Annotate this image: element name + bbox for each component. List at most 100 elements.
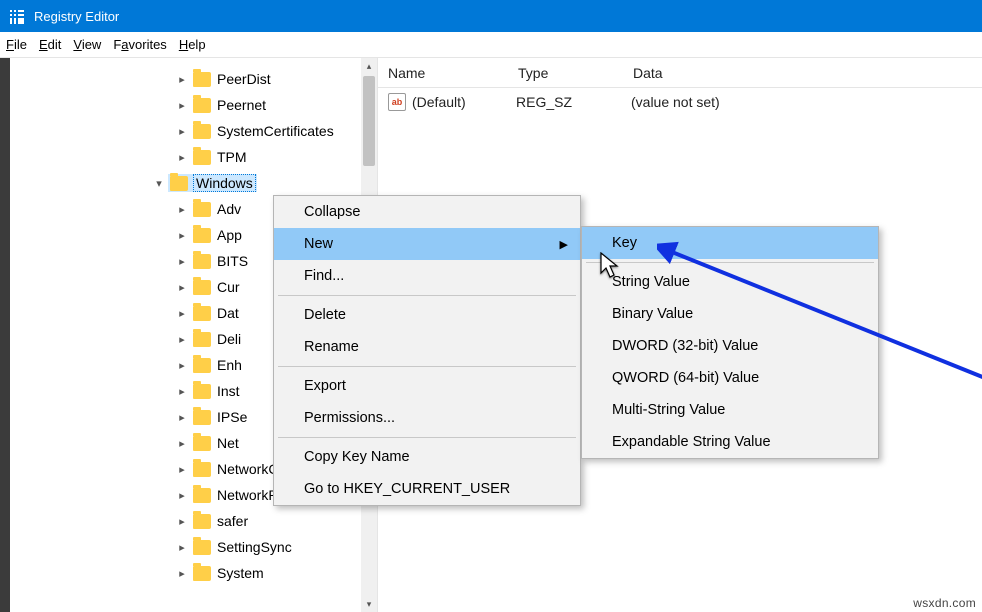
tree-node-label: SystemCertificates [217,123,334,139]
tree-node-label: Dat [217,305,239,321]
scroll-down-button[interactable]: ▾ [361,596,377,612]
tree-node-label: Net [217,435,239,451]
tree-node-safer[interactable]: ▸ safer [10,508,361,534]
value-type: REG_SZ [516,94,631,110]
ctx-find[interactable]: Find... [274,260,580,292]
chevron-right-icon[interactable]: ▸ [175,515,189,528]
folder-icon [193,488,211,503]
chevron-right-icon[interactable]: ▸ [175,385,189,398]
tree-node-peerdist[interactable]: ▸ PeerDist [10,66,361,92]
tree-node-label: PeerDist [217,71,271,87]
menu-file[interactable]: File [6,37,27,52]
new-binary-value[interactable]: Binary Value [582,298,878,330]
tree-node-label: Inst [217,383,240,399]
menu-favorites[interactable]: Favorites [113,37,166,52]
menuitem-label: Multi-String Value [612,402,725,418]
chevron-right-icon[interactable]: ▸ [175,463,189,476]
chevron-right-icon[interactable]: ▸ [175,203,189,216]
folder-icon [193,540,211,555]
chevron-right-icon[interactable]: ▸ [175,541,189,554]
folder-icon [193,254,211,269]
chevron-right-icon[interactable]: ▸ [175,567,189,580]
menuitem-label: Delete [304,307,346,323]
folder-icon [193,566,211,581]
chevron-right-icon[interactable]: ▸ [175,99,189,112]
ctx-rename[interactable]: Rename [274,331,580,363]
value-row[interactable]: ab (Default) REG_SZ (value not set) [378,88,982,116]
folder-icon [193,436,211,451]
tree-node-label: BITS [217,253,248,269]
ctx-copy-key-name[interactable]: Copy Key Name [274,441,580,473]
ctx-new[interactable]: New▶ [274,228,580,260]
value-name: (Default) [412,94,516,110]
menuitem-label: Rename [304,339,359,355]
col-header-name[interactable]: Name [378,65,508,81]
folder-icon [193,384,211,399]
new-expandable-string-value[interactable]: Expandable String Value [582,426,878,458]
tree-node-label: TPM [217,149,247,165]
tree-node-systemcertificates[interactable]: ▸ SystemCertificates [10,118,361,144]
ctx-delete[interactable]: Delete [274,299,580,331]
menuitem-label: Collapse [304,204,360,220]
tree-node-tpm[interactable]: ▸ TPM [10,144,361,170]
tree-node-label: System [217,565,264,581]
new-qword-64-bit-value[interactable]: QWORD (64-bit) Value [582,362,878,394]
tree-node-label: Adv [217,201,241,217]
folder-icon [193,332,211,347]
scroll-thumb[interactable] [363,76,375,166]
tree-node-peernet[interactable]: ▸ Peernet [10,92,361,118]
chevron-right-icon[interactable]: ▸ [175,73,189,86]
menu-separator [586,262,874,263]
chevron-right-icon[interactable]: ▸ [175,333,189,346]
ctx-go-to-hkey-current-user[interactable]: Go to HKEY_CURRENT_USER [274,473,580,505]
tree-node-windows[interactable]: ▾Windows [10,170,361,196]
menuitem-label: Export [304,378,346,394]
regedit-icon [8,8,24,24]
ctx-export[interactable]: Export [274,370,580,402]
chevron-right-icon[interactable]: ▸ [175,151,189,164]
scroll-up-button[interactable]: ▴ [361,58,377,74]
chevron-right-icon[interactable]: ▸ [175,437,189,450]
tree-node-label: SettingSync [217,539,292,555]
menuitem-label: DWORD (32-bit) Value [612,338,758,354]
tree-node-label: IPSe [217,409,247,425]
new-key[interactable]: Key [582,227,878,259]
chevron-right-icon[interactable]: ▸ [175,255,189,268]
tree-node-system[interactable]: ▸ System [10,560,361,586]
tree-node-label: Peernet [217,97,266,113]
menu-separator [278,295,576,296]
col-header-data[interactable]: Data [623,65,982,81]
chevron-down-icon[interactable]: ▾ [152,177,166,190]
new-multi-string-value[interactable]: Multi-String Value [582,394,878,426]
folder-icon [193,410,211,425]
col-header-type[interactable]: Type [508,65,623,81]
menu-view[interactable]: View [73,37,101,52]
folder-icon [193,202,211,217]
context-menu-key[interactable]: Collapse New▶Find... Delete Rename Export Per… [273,195,581,506]
window-titlebar: Registry Editor [0,0,982,32]
folder-icon [193,98,211,113]
chevron-right-icon[interactable]: ▸ [175,307,189,320]
chevron-right-icon[interactable]: ▸ [175,411,189,424]
menu-edit[interactable]: Edit [39,37,61,52]
tree-node-settingsync[interactable]: ▸ SettingSync [10,534,361,560]
chevron-right-icon[interactable]: ▸ [175,489,189,502]
context-submenu-new[interactable]: Key String ValueBinary Value DWORD (32-bit… [581,226,879,459]
new-dword-32-bit-value[interactable]: DWORD (32-bit) Value [582,330,878,362]
folder-icon [193,280,211,295]
folder-icon [170,176,188,191]
left-gutter [0,58,10,612]
menuitem-label: Key [612,235,637,251]
chevron-right-icon[interactable]: ▸ [175,281,189,294]
tree-node-label: safer [217,513,248,529]
folder-icon [193,358,211,373]
chevron-right-icon[interactable]: ▸ [175,359,189,372]
ctx-permissions[interactable]: Permissions... [274,402,580,434]
chevron-right-icon[interactable]: ▸ [175,125,189,138]
folder-icon [193,228,211,243]
menu-help[interactable]: Help [179,37,206,52]
chevron-right-icon[interactable]: ▸ [175,229,189,242]
new-string-value[interactable]: String Value [582,266,878,298]
window-title: Registry Editor [34,9,119,24]
ctx-collapse[interactable]: Collapse [274,196,580,228]
